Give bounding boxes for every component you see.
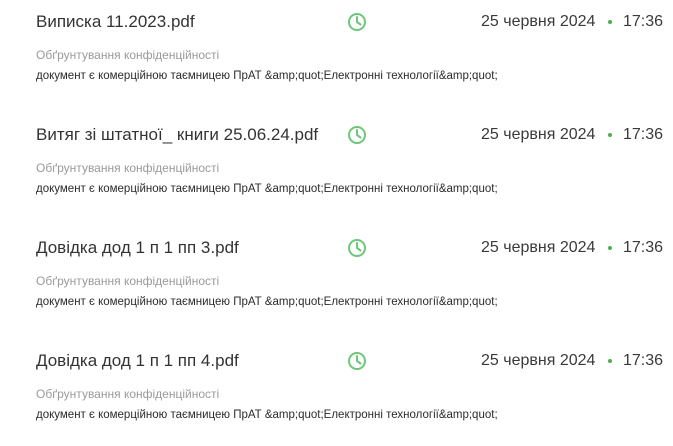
clock-icon (347, 238, 367, 258)
document-list: Виписка 11.2023.pdf 25 червня 2024 17:36… (0, 0, 673, 446)
justification-label: Обґрунтування конфіденційності (36, 48, 220, 62)
file-name-link[interactable]: Витяг зі штатної_ книги 25.06.24.pdf (36, 123, 318, 147)
file-name-link[interactable]: Довідка дод 1 п 1 пп 3.pdf (36, 236, 239, 260)
document-entry: Виписка 11.2023.pdf 25 червня 2024 17:36… (0, 0, 673, 100)
file-name-link[interactable]: Довідка дод 1 п 1 пп 4.pdf (36, 349, 239, 373)
document-time: 17:36 (623, 352, 664, 369)
justification-text: документ є комерційною таємницею ПрАТ &a… (36, 183, 498, 195)
clock-icon (347, 125, 367, 145)
file-name-link[interactable]: Виписка 11.2023.pdf (36, 10, 195, 34)
separator-dot (608, 359, 612, 363)
document-time: 17:36 (623, 239, 664, 256)
document-entry: Довідка дод 1 п 1 пп 4.pdf 25 червня 202… (0, 339, 673, 439)
document-date: 25 червня 2024 (481, 126, 596, 143)
document-time: 17:36 (623, 13, 664, 30)
clock-icon (347, 12, 367, 32)
justification-label: Обґрунтування конфіденційності (36, 161, 220, 175)
document-time: 17:36 (623, 126, 664, 143)
justification-text: документ є комерційною таємницею ПрАТ &a… (36, 70, 498, 82)
document-date: 25 червня 2024 (481, 352, 596, 369)
document-date: 25 червня 2024 (481, 13, 596, 30)
separator-dot (608, 133, 612, 137)
justification-label: Обґрунтування конфіденційності (36, 274, 220, 288)
document-date: 25 червня 2024 (481, 239, 596, 256)
document-entry: Довідка дод 1 п 1 пп 3.pdf 25 червня 202… (0, 226, 673, 326)
separator-dot (608, 246, 612, 250)
justification-text: документ є комерційною таємницею ПрАТ &a… (36, 409, 498, 421)
clock-icon (347, 351, 367, 371)
document-entry: Витяг зі штатної_ книги 25.06.24.pdf 25 … (0, 113, 673, 213)
justification-label: Обґрунтування конфіденційності (36, 387, 220, 401)
justification-text: документ є комерційною таємницею ПрАТ &a… (36, 296, 498, 308)
separator-dot (608, 20, 612, 24)
